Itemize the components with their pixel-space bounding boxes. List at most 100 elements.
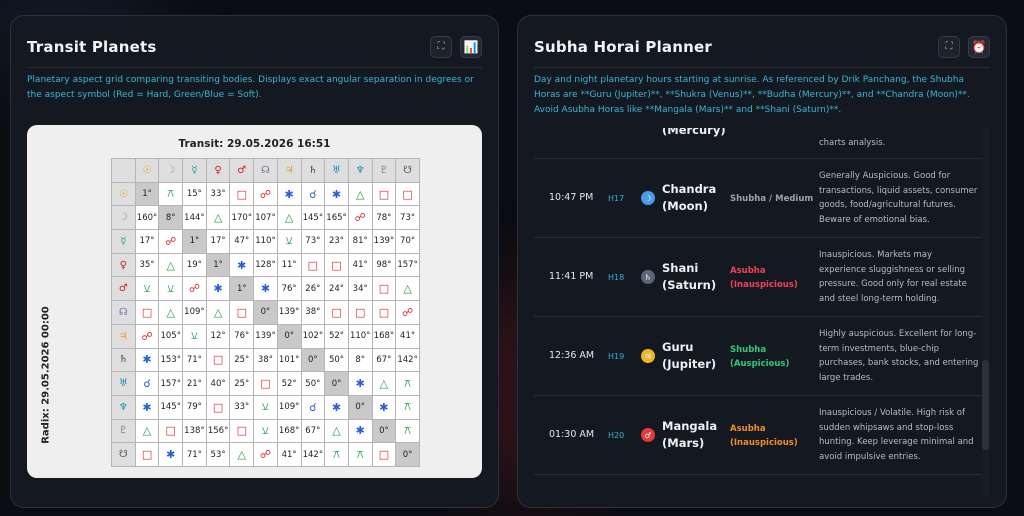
aspect-cell[interactable]: ✱	[348, 372, 373, 396]
aspect-cell[interactable]: ⚻	[348, 443, 373, 467]
aspect-cell[interactable]: 35°	[135, 253, 160, 278]
aspect-cell[interactable]: ☌	[301, 395, 326, 420]
aspect-cell[interactable]: 1°	[206, 253, 231, 278]
aspect-cell[interactable]: 8°	[348, 348, 373, 373]
aspect-cell[interactable]: 53°	[206, 443, 231, 467]
aspect-cell[interactable]: 142°	[301, 443, 326, 467]
aspect-cell[interactable]: □	[135, 301, 160, 325]
aspect-cell[interactable]: 19°	[183, 253, 207, 278]
aspect-cell[interactable]: 101°	[277, 348, 302, 373]
aspect-cell[interactable]: 47°	[230, 230, 255, 254]
aspect-cell[interactable]: 0°	[301, 348, 326, 373]
aspect-cell[interactable]: 0°	[325, 372, 349, 396]
aspect-cell[interactable]: ✱	[325, 395, 349, 420]
aspect-cell[interactable]: 144°	[183, 206, 207, 231]
scrollbar-thumb[interactable]	[982, 360, 989, 450]
aspect-cell[interactable]: △	[206, 206, 231, 231]
aspect-cell[interactable]: 67°	[301, 419, 326, 444]
aspect-cell[interactable]: ⚺	[254, 419, 278, 444]
aspect-cell[interactable]: 0°	[372, 419, 397, 444]
aspect-cell[interactable]: 145°	[159, 395, 184, 420]
aspect-cell[interactable]: 41°	[396, 324, 420, 349]
table-row[interactable]: 11:41 PM H18 ♄ Shani (Saturn) Asubha (Inauspi…	[534, 238, 982, 317]
aspect-cell[interactable]: ⚺	[183, 324, 207, 349]
aspect-cell[interactable]: □	[372, 277, 397, 302]
aspect-cell[interactable]: △	[348, 182, 373, 207]
aspect-cell[interactable]: ✱	[348, 419, 373, 444]
aspect-cell[interactable]: △	[159, 301, 184, 325]
scrollbar-track[interactable]	[982, 128, 989, 497]
aspect-cell[interactable]: 33°	[206, 182, 231, 207]
aspect-cell[interactable]: ✱	[230, 253, 255, 278]
aspect-cell[interactable]: 73°	[396, 206, 420, 231]
aspect-cell[interactable]: ⚺	[254, 395, 278, 420]
aspect-cell[interactable]: 153°	[159, 348, 184, 373]
aspect-cell[interactable]: 157°	[396, 253, 420, 278]
aspect-cell[interactable]: □	[230, 419, 255, 444]
aspect-cell[interactable]: □	[206, 395, 231, 420]
aspect-cell[interactable]: ✱	[372, 395, 397, 420]
aspect-cell[interactable]: 25°	[230, 348, 255, 373]
aspect-cell[interactable]: 109°	[277, 395, 302, 420]
aspect-cell[interactable]: □	[396, 182, 420, 207]
aspect-cell[interactable]: 24°	[325, 277, 349, 302]
aspect-cell[interactable]: 50°	[301, 372, 326, 396]
aspect-cell[interactable]: 0°	[348, 395, 373, 420]
table-row[interactable]: 01:30 AM H20 ♂ Mangala (Mars) Asubha (Inauspi…	[534, 396, 982, 475]
aspect-cell[interactable]: ✱	[254, 277, 278, 302]
aspect-cell[interactable]: □	[325, 301, 349, 325]
aspect-cell[interactable]: 41°	[348, 253, 373, 278]
aspect-cell[interactable]: 26°	[301, 277, 326, 302]
aspect-cell[interactable]: □	[159, 419, 184, 444]
aspect-cell[interactable]: 50°	[325, 348, 349, 373]
aspect-cell[interactable]: 102°	[301, 324, 326, 349]
aspect-cell[interactable]: △	[277, 206, 302, 231]
aspect-cell[interactable]: ⚻	[396, 395, 420, 420]
aspect-cell[interactable]: ☌	[135, 372, 160, 396]
aspect-cell[interactable]: ✱	[135, 395, 160, 420]
aspect-cell[interactable]: 40°	[206, 372, 231, 396]
aspect-cell[interactable]: △	[325, 419, 349, 444]
aspect-cell[interactable]: 98°	[372, 253, 397, 278]
aspect-cell[interactable]: ⚻	[159, 182, 184, 207]
aspect-cell[interactable]: ☍	[396, 301, 420, 325]
aspect-cell[interactable]: ✱	[135, 348, 160, 373]
aspect-cell[interactable]: 105°	[159, 324, 184, 349]
aspect-cell[interactable]: ⚺	[159, 277, 184, 302]
aspect-cell[interactable]: 156°	[206, 419, 231, 444]
aspect-cell[interactable]: 38°	[301, 301, 326, 325]
aspect-cell[interactable]: 33°	[230, 395, 255, 420]
aspect-cell[interactable]: 81°	[348, 230, 373, 254]
aspect-cell[interactable]: 76°	[230, 324, 255, 349]
aspect-cell[interactable]: 0°	[277, 324, 302, 349]
aspect-cell[interactable]: □	[206, 348, 231, 373]
aspect-cell[interactable]: ☍	[348, 206, 373, 231]
expand-icon[interactable]: ⛶	[430, 35, 452, 58]
aspect-cell[interactable]: 139°	[372, 230, 397, 254]
table-row[interactable]: 10:47 PM H17 ☽ Chandra (Moon) Shubha / Medium…	[534, 159, 982, 238]
aspect-cell[interactable]: 168°	[277, 419, 302, 444]
aspect-cell[interactable]: 109°	[183, 301, 207, 325]
aspect-cell[interactable]: □	[254, 372, 278, 396]
aspect-cell[interactable]: 1°	[230, 277, 255, 302]
aspect-cell[interactable]: 78°	[372, 206, 397, 231]
aspect-cell[interactable]: 138°	[183, 419, 207, 444]
aspect-cell[interactable]: 15°	[183, 182, 207, 207]
aspect-cell[interactable]: □	[301, 253, 326, 278]
aspect-cell[interactable]: 12°	[206, 324, 231, 349]
aspect-cell[interactable]: ✱	[206, 277, 231, 302]
aspect-cell[interactable]: 107°	[254, 206, 278, 231]
aspect-cell[interactable]: ✱	[159, 443, 184, 467]
aspect-cell[interactable]: ☍	[254, 182, 278, 207]
aspect-cell[interactable]: ⚻	[396, 372, 420, 396]
aspect-cell[interactable]: 11°	[277, 253, 302, 278]
aspect-cell[interactable]: 157°	[159, 372, 184, 396]
aspect-cell[interactable]: 25°	[230, 372, 255, 396]
aspect-cell[interactable]: 0°	[254, 301, 278, 325]
aspect-cell[interactable]: 71°	[183, 443, 207, 467]
aspect-cell[interactable]: 168°	[372, 324, 397, 349]
aspect-cell[interactable]: 21°	[183, 372, 207, 396]
aspect-cell[interactable]: △	[230, 443, 255, 467]
aspect-cell[interactable]: □	[230, 301, 255, 325]
horai-table[interactable]: (Mercury) charts analysis. 10:47 PM H17 ☽ C…	[534, 128, 989, 497]
